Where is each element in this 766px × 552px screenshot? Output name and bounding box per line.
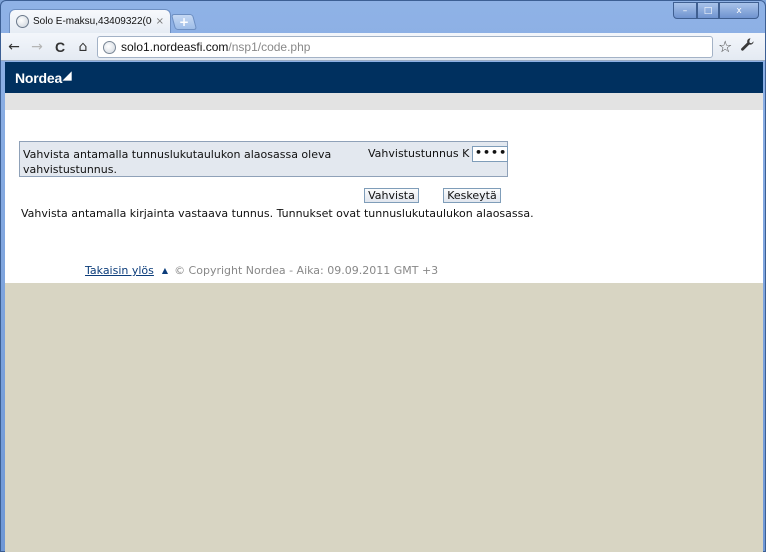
close-window-button[interactable]: x [719, 2, 759, 19]
globe-icon [16, 15, 29, 28]
reload-button[interactable]: C [50, 37, 70, 57]
wrench-icon-svg [741, 38, 754, 51]
logo-text: Nordea [15, 70, 63, 86]
web-page: Nordea◢ Vahvista antamalla tunnuslukutau… [5, 62, 763, 552]
tab-title: Solo E-maksu,43409322(000× [33, 16, 152, 27]
new-tab-button[interactable]: + [170, 14, 198, 30]
back-button[interactable]: ← [4, 37, 24, 57]
sail-icon: ◢ [63, 70, 72, 82]
nordea-header: Nordea◢ [5, 62, 763, 93]
up-arrow-icon: ▲ [161, 266, 169, 275]
main-content: Vahvista antamalla tunnuslukutaulukon al… [5, 110, 763, 283]
close-tab-icon[interactable]: × [156, 16, 164, 27]
url-text: solo1.nordeasfi.com/nsp1/code.php [121, 40, 310, 54]
page-footer: Takaisin ylös ▲ © Copyright Nordea - Aika:… [85, 264, 438, 277]
cancel-button[interactable]: Keskeytä [443, 188, 501, 203]
bookmark-star-icon[interactable]: ☆ [718, 37, 732, 56]
nordea-logo[interactable]: Nordea◢ [15, 69, 72, 86]
url-host: solo1.nordeasfi.com [121, 40, 229, 54]
window-controls: – □ x [673, 2, 759, 19]
tab-strip: Solo E-maksu,43409322(000× × + – □ x [1, 1, 765, 33]
globe-icon [103, 40, 116, 54]
back-to-top-link[interactable]: Takaisin ylös [85, 264, 154, 277]
wrench-icon[interactable] [740, 37, 755, 56]
confirmation-panel: Vahvista antamalla tunnuslukutaulukon al… [19, 141, 508, 177]
address-bar[interactable]: solo1.nordeasfi.com/nsp1/code.php [97, 36, 713, 58]
code-label: Vahvistustunnus K : [368, 147, 477, 160]
confirmation-instruction: Vahvista antamalla tunnuslukutaulukon al… [23, 148, 332, 176]
browser-tab-active[interactable]: Solo E-maksu,43409322(000× × [9, 9, 171, 33]
browser-toolbar: ← → C ⌂ solo1.nordeasfi.com/nsp1/code.ph… [1, 33, 765, 61]
confirmation-code-input[interactable]: •••• [472, 146, 508, 162]
url-path: /nsp1/code.php [228, 40, 311, 54]
sub-header-bar [5, 93, 763, 110]
copyright-text: © Copyright Nordea - Aika: 09.09.2011 GM… [174, 264, 439, 277]
maximize-button[interactable]: □ [697, 2, 719, 19]
minimize-button[interactable]: – [673, 2, 697, 19]
home-button[interactable]: ⌂ [73, 37, 93, 57]
help-text: Vahvista antamalla kirjainta vastaava tu… [21, 207, 534, 220]
browser-window: Solo E-maksu,43409322(000× × + – □ x ← →… [0, 0, 766, 552]
forward-button[interactable]: → [27, 37, 47, 57]
confirm-button[interactable]: Vahvista [364, 188, 419, 203]
plus-icon: + [178, 15, 190, 29]
